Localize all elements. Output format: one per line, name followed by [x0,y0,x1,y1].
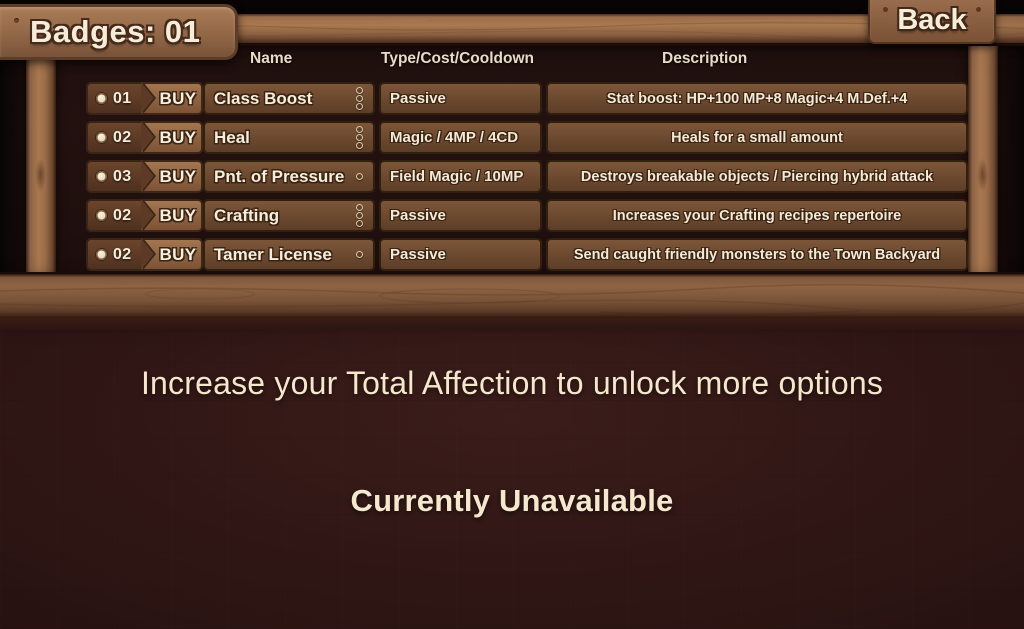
buy-button-label: BUY [159,166,197,186]
badge-name-label: Tamer License [214,244,332,264]
badge-token-icon [95,92,108,105]
slot-cost-pips [356,126,363,149]
slot-cost-pips [356,251,363,258]
column-header-type: Type/Cost/Cooldown [381,50,534,67]
bottom-wooden-shelf [0,272,1024,318]
badge-type-cell: Passive [379,238,542,271]
badge-description-label: Increases your Crafting recipes repertoi… [612,207,902,224]
cost-pip-icon [356,173,363,180]
cost-pip-icon [356,95,363,102]
badges-count-label: Badges: 01 [30,14,201,49]
badge-cost-value: 02 [113,206,132,224]
slot-cost-pips [356,87,363,110]
badge-description-cell: Destroys breakable objects / Piercing hy… [546,160,968,193]
badge-name-cell: Pnt. of Pressure [203,160,375,193]
badge-name-label: Pnt. of Pressure [214,166,345,186]
badge-description-cell: Send caught friendly monsters to the Tow… [546,238,968,271]
buy-button-label: BUY [159,88,197,108]
table-row: 02 BUY Heal Magic / 4MP / 4CD Heals for a sm… [0,121,1024,154]
badge-name-label: Crafting [214,205,280,225]
badge-token-icon [95,170,108,183]
cost-pip-icon [356,251,363,258]
badge-type-cell: Passive [379,199,542,232]
table-row: 02 BUY Tamer License Passive Send caught fri… [0,238,1024,271]
badge-type-cell: Field Magic / 10MP [379,160,542,193]
nail-icon [14,18,19,23]
cost-pip-icon [356,212,363,219]
buy-button-row-3[interactable]: 03 BUY [86,160,203,193]
buy-button-row-5[interactable]: 02 BUY [86,238,203,271]
badge-type-label: Passive [390,207,446,224]
shelf-grain-icon [0,284,1024,316]
cost-pip-icon [356,126,363,133]
badge-token-icon [95,248,108,261]
cost-pip-icon [356,142,363,149]
badge-cost-chip: 01 [86,82,141,115]
buy-button-label: BUY [159,244,197,264]
badge-cost-chip: 02 [86,121,141,154]
buy-button-row-4[interactable]: 02 BUY [86,199,203,232]
currently-unavailable-message: Currently Unavailable [350,483,674,518]
badge-cost-value: 01 [113,89,132,107]
badge-list: 01 BUY Class Boost Passive Stat boost: HP+10… [0,82,1024,277]
badge-name-label: Heal [214,127,250,147]
badge-name-label: Class Boost [214,88,313,108]
badge-type-label: Field Magic / 10MP [390,168,524,185]
shelf-lip [0,318,1024,330]
badge-name-cell: Tamer License [203,238,375,271]
back-button[interactable]: Back [868,0,996,44]
badge-type-label: Passive [390,90,446,107]
buy-button-row-1[interactable]: 01 BUY [86,82,203,115]
badge-cost-chip: 02 [86,199,141,232]
badge-type-cell: Magic / 4MP / 4CD [379,121,542,154]
badge-type-label: Passive [390,246,446,263]
buy-button-row-2[interactable]: 02 BUY [86,121,203,154]
badge-description-label: Stat boost: HP+100 MP+8 Magic+4 M.Def.+4 [606,90,908,107]
badge-token-icon [95,131,108,144]
badge-type-label: Magic / 4MP / 4CD [390,129,519,146]
badges-count-sign: Badges: 01 [0,4,238,60]
badge-description-label: Send caught friendly monsters to the Tow… [573,246,941,263]
badge-description-cell: Increases your Crafting recipes repertoi… [546,199,968,232]
affection-hint-message: Increase your Total Affection to unlock … [140,365,884,401]
cost-pip-icon [356,220,363,227]
badge-cost-chip: 03 [86,160,141,193]
badge-token-icon [95,209,108,222]
column-header-name: Name [250,50,293,67]
slot-cost-pips [356,173,363,180]
badge-cost-chip: 02 [86,238,141,271]
buy-button-label: BUY [159,127,197,147]
badge-description-cell: Stat boost: HP+100 MP+8 Magic+4 M.Def.+4 [546,82,968,115]
nail-icon [883,7,888,12]
cost-pip-icon [356,103,363,110]
cost-pip-icon [356,204,363,211]
lower-wall-background [0,278,1024,629]
badge-name-cell: Crafting [203,199,375,232]
badge-cost-value: 02 [113,128,132,146]
badge-name-cell: Class Boost [203,82,375,115]
badge-description-label: Destroys breakable objects / Piercing hy… [580,168,934,185]
table-row: 02 BUY Crafting Passive Increases your Craft… [0,199,1024,232]
badge-description-label: Heals for a small amount [671,129,843,146]
badges-shop-screen: Name Type/Cost/Cooldown Description 01 BU… [0,0,1024,629]
cost-pip-icon [356,87,363,94]
badge-type-cell: Passive [379,82,542,115]
table-row: 01 BUY Class Boost Passive Stat boost: HP+10… [0,82,1024,115]
badge-description-cell: Heals for a small amount [546,121,968,154]
badge-name-cell: Heal [203,121,375,154]
back-button-label: Back [897,4,967,36]
cost-pip-icon [356,134,363,141]
nail-icon [976,7,981,12]
slot-cost-pips [356,204,363,227]
column-header-description: Description [662,50,748,67]
buy-button-label: BUY [159,205,197,225]
badge-cost-value: 03 [113,167,132,185]
table-row: 03 BUY Pnt. of Pressure Field Magic / 10MP D… [0,160,1024,193]
badge-cost-value: 02 [113,245,132,263]
